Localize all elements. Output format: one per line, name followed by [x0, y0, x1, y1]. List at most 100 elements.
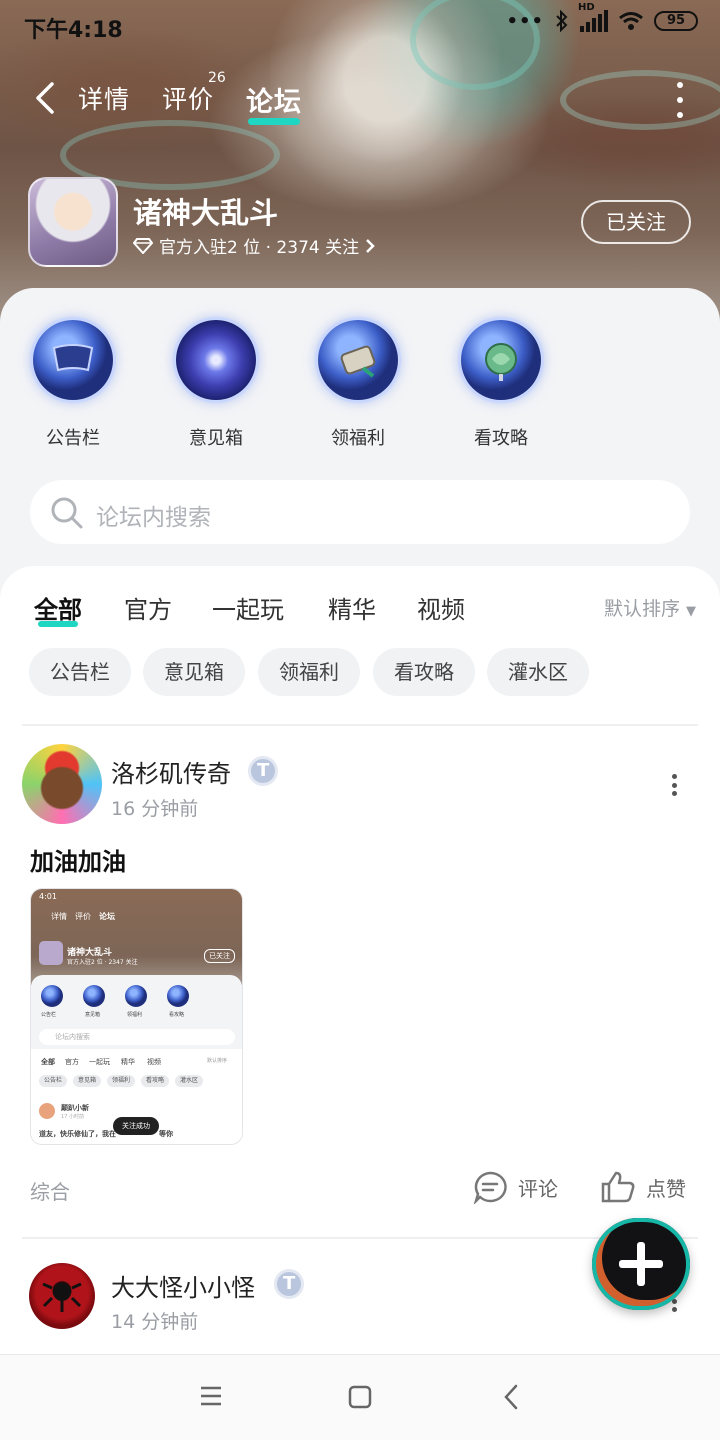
thumb-orb: [125, 985, 147, 1007]
hydra-skull-icon: [42, 1282, 82, 1312]
thumb-quick-label: 公告栏: [41, 1012, 57, 1018]
thumb-text: 道友，快乐修仙了，我在: [39, 1130, 116, 1138]
like-button[interactable]: 点赞: [600, 1170, 686, 1204]
signal-icon: [580, 10, 608, 32]
thumb-feed-tab: 精华: [121, 1058, 135, 1066]
divider: [22, 724, 698, 726]
sort-dropdown[interactable]: 默认排序 ▼: [604, 594, 696, 621]
comment-label: 评论: [518, 1176, 558, 1201]
forum-tab-official[interactable]: 官方: [124, 590, 172, 625]
thumb-orb: [167, 985, 189, 1007]
thumb-orb: [83, 985, 105, 1007]
forum-tab-featured[interactable]: 精华: [328, 590, 376, 625]
menu-icon[interactable]: [199, 1385, 223, 1407]
author-name[interactable]: 大大怪小小怪: [111, 1268, 255, 1303]
verified-badge-icon: [248, 756, 278, 786]
comment-icon: [473, 1171, 507, 1204]
chip-welfare[interactable]: 领福利: [258, 648, 360, 696]
back-button[interactable]: [28, 78, 62, 118]
thumb-chip: 看攻略: [141, 1075, 169, 1087]
status-time: 下午4:18: [24, 18, 123, 43]
author-avatar[interactable]: [22, 744, 102, 824]
thumb-chip: 领福利: [107, 1075, 135, 1087]
forum-tab-label: 全部: [34, 596, 82, 624]
tab-forum-label: 论坛: [246, 87, 302, 118]
quick-link-suggestion[interactable]: 意见箱: [171, 320, 261, 450]
tab-reviews[interactable]: 评价: [162, 80, 214, 116]
forum-tab-video[interactable]: 视频: [417, 590, 465, 625]
thumb-follow: 已关注: [204, 949, 235, 963]
thumb-time: 17 小时前: [61, 1114, 84, 1120]
follow-button[interactable]: 已关注: [581, 200, 691, 244]
thumb-search-placeholder: 论坛内搜索: [55, 1033, 90, 1041]
thumb-author: 颠趴小新: [61, 1104, 89, 1112]
quick-link-label: 领福利: [331, 428, 385, 449]
post-time: 14 分钟前: [111, 1311, 199, 1333]
game-meta-text: 官方入驻2 位 · 2374 关注: [159, 238, 360, 258]
more-options-button[interactable]: [674, 82, 686, 118]
thumb-feed-tab: 视频: [147, 1058, 161, 1066]
thumb-toast: 关注成功: [113, 1117, 159, 1135]
thumbs-up-icon: [601, 1171, 635, 1203]
more-notifications-icon: •••: [506, 10, 544, 32]
tab-details[interactable]: 详情: [78, 80, 130, 116]
chip-bulletin[interactable]: 公告栏: [29, 648, 131, 696]
thumb-chip: 灌水区: [175, 1075, 203, 1087]
author-name[interactable]: 洛杉矶传奇: [111, 754, 231, 789]
active-tab-indicator: [248, 118, 300, 125]
back-arrow-icon: [36, 82, 54, 114]
bulletin-icon: [33, 320, 113, 400]
post-category[interactable]: 综合: [30, 1176, 70, 1205]
thumb-tab: 详情: [51, 912, 67, 921]
search-icon: [51, 497, 83, 529]
hd-badge: HD: [578, 2, 595, 13]
thumb-tab: 评价: [75, 912, 91, 921]
chip-chat[interactable]: 灌水区: [487, 648, 589, 696]
search-placeholder: 论坛内搜索: [96, 505, 211, 531]
chip-suggestion[interactable]: 意见箱: [143, 648, 245, 696]
thumb-chip: 意见箱: [73, 1075, 101, 1087]
thumb-status-time: 4:01: [39, 892, 57, 901]
thumb-tab: 论坛: [99, 912, 115, 921]
tab-forum[interactable]: 论坛: [246, 80, 302, 125]
post-title[interactable]: 加油加油: [30, 842, 126, 877]
post-time: 16 分钟前: [111, 798, 199, 820]
thumb-feed-tab: 官方: [65, 1058, 79, 1066]
chip-guide[interactable]: 看攻略: [373, 648, 475, 696]
thumb-avatar: [39, 1103, 55, 1119]
quick-link-bulletin[interactable]: 公告栏: [28, 320, 118, 450]
plus-icon-bar: [619, 1260, 663, 1268]
thumb-banner: [31, 889, 242, 985]
like-label: 点赞: [646, 1176, 686, 1201]
top-nav: 详情 评价 26 论坛: [0, 70, 720, 126]
gift-scroll-icon: [318, 320, 398, 400]
post-more-button[interactable]: [670, 774, 678, 796]
thumb-game-icon: [39, 941, 63, 965]
quick-link-guide[interactable]: 看攻略: [456, 320, 546, 450]
create-post-button[interactable]: [592, 1218, 690, 1310]
forum-tab-play-together[interactable]: 一起玩: [212, 590, 284, 625]
quick-link-label: 意见箱: [189, 428, 243, 449]
game-title: 诸神大乱斗: [133, 196, 279, 230]
game-meta[interactable]: 官方入驻2 位 · 2374 关注: [133, 233, 375, 258]
home-icon[interactable]: [348, 1385, 372, 1409]
author-avatar[interactable]: [29, 1263, 95, 1329]
back-icon[interactable]: [503, 1384, 519, 1410]
chevron-right-icon: [366, 238, 375, 253]
guide-icon: [461, 320, 541, 400]
game-icon[interactable]: [28, 177, 118, 267]
thumb-quick-label: 领福利: [127, 1012, 143, 1018]
battery-indicator: 95: [654, 11, 698, 31]
suggestion-icon: [176, 320, 256, 400]
forum-search-input[interactable]: 论坛内搜索: [30, 480, 690, 544]
forum-tab-all[interactable]: 全部: [34, 590, 82, 627]
quick-link-welfare[interactable]: 领福利: [313, 320, 403, 450]
sort-label: 默认排序: [603, 598, 680, 620]
comment-button[interactable]: 评论: [472, 1170, 558, 1204]
quick-links-panel: 公告栏 意见箱 领福利 看攻略 论坛内搜索: [0, 288, 720, 588]
thumb-game-meta: 官方入驻2 位 · 2347 关注: [67, 959, 138, 966]
quick-link-label: 看攻略: [474, 428, 528, 449]
post-image[interactable]: 4:01 详情 评价 论坛 诸神大乱斗 官方入驻2 位 · 2347 关注 已关…: [30, 888, 243, 1145]
thumb-feed-tab: 一起玩: [89, 1058, 110, 1066]
diamond-icon: [133, 237, 153, 254]
